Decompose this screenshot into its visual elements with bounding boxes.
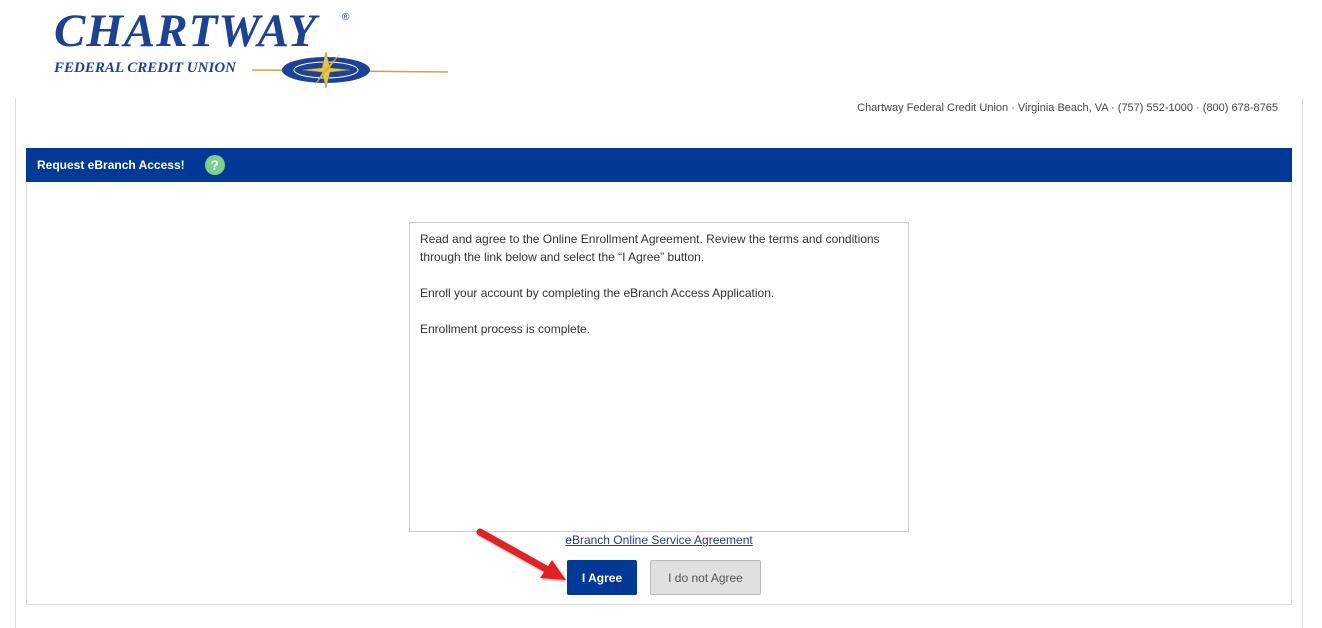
i-agree-button[interactable]: I Agree [567,560,637,595]
enrollment-info-box: Read and agree to the Online Enrollment … [409,222,909,532]
section-header: Request eBranch Access! ? [26,148,1292,182]
info-paragraph-2: Enroll your account by completing the eB… [420,286,775,300]
registered-mark: ® [342,12,350,23]
compass-star-icon [251,51,449,89]
contact-info: Chartway Federal Credit Union · Virginia… [857,102,1278,114]
question-icon[interactable]: ? [204,155,225,175]
logo-subtitle: FEDERAL CREDIT UNION [54,60,236,76]
red-arrow-icon [476,528,566,580]
i-do-not-agree-button[interactable]: I do not Agree [650,560,761,595]
info-paragraph-1: Read and agree to the Online Enrollment … [420,232,880,264]
page-title: Request eBranch Access! [37,158,185,172]
chartway-logo: CHARTWAY ® FEDERAL CREDIT UNION [52,4,449,94]
info-paragraph-3: Enrollment process is complete. [420,322,591,336]
